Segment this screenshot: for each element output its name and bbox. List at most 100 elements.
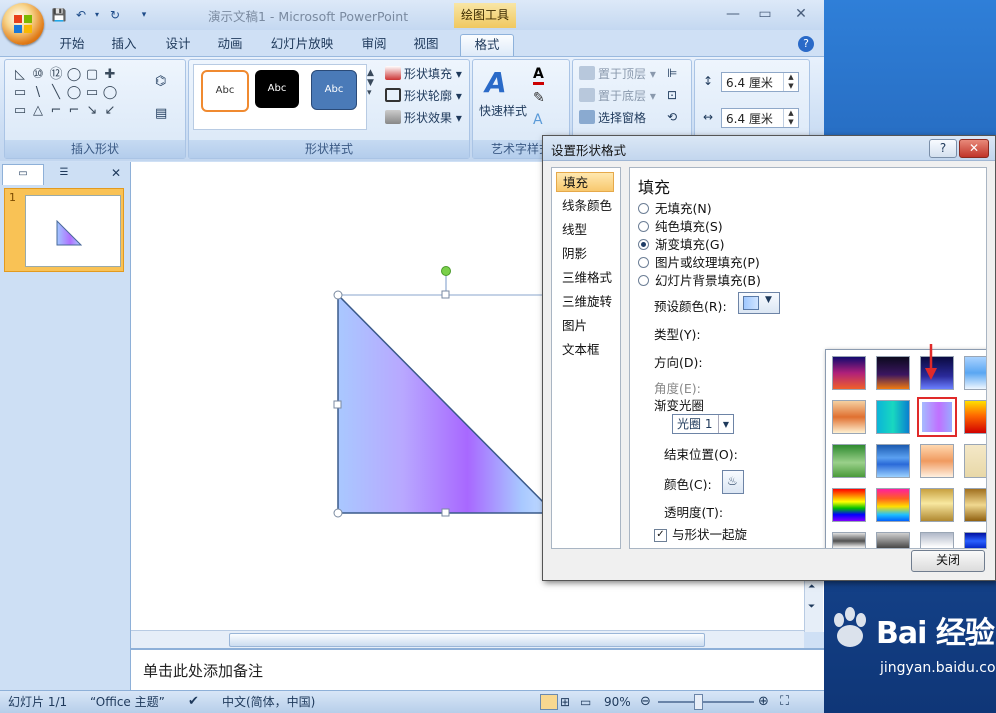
preset-swatch-21[interactable] <box>832 532 866 548</box>
preset-colors-dropdown[interactable]: ▼ <box>738 292 780 314</box>
text-outline-icon[interactable]: ✎ <box>533 90 545 106</box>
tab-format[interactable]: 格式 <box>460 34 514 57</box>
dialog-help-button[interactable]: ? <box>929 139 957 158</box>
tab-view[interactable]: 视图 <box>404 34 448 56</box>
preset-swatch-23[interactable] <box>920 532 954 548</box>
category-picture[interactable]: 图片 <box>556 316 614 336</box>
notes-pane[interactable]: 单击此处添加备注 <box>131 648 824 692</box>
category-3d-format[interactable]: 三维格式 <box>556 268 614 288</box>
category-fill[interactable]: 填充 <box>556 172 614 192</box>
preset-swatch-18[interactable] <box>920 488 954 522</box>
shape-arrow-icon[interactable]: ↘ <box>83 102 101 120</box>
shape-arrow2-icon[interactable]: ↙ <box>101 102 119 120</box>
slides-tab-icon[interactable]: ▭ <box>2 164 44 185</box>
help-icon[interactable]: ? <box>798 36 814 52</box>
shape-textbox-icon[interactable]: ▭ <box>11 84 29 102</box>
color-picker-button[interactable]: ♨ <box>722 470 744 494</box>
shape-diagonal-line-icon[interactable]: ╲ <box>47 84 65 102</box>
restore-button[interactable]: ▭ <box>750 4 780 24</box>
shape-width-input[interactable]: 6.4 厘米 ▲ ▼ <box>721 108 799 128</box>
shape-line-icon[interactable]: \ <box>29 84 47 102</box>
style-thumb-orange-outline[interactable]: Abc <box>201 70 249 112</box>
close-pane-icon[interactable]: ✕ <box>108 164 124 184</box>
textbox-icon[interactable]: ▤ <box>155 106 167 121</box>
zoom-in-icon[interactable]: ⊕ <box>758 691 769 713</box>
align-icon[interactable]: ⊫ <box>667 66 677 80</box>
shape-oval-icon[interactable]: ◯ <box>65 66 83 84</box>
preset-swatch-8[interactable] <box>917 397 957 437</box>
style-thumb-black[interactable]: Abc <box>255 70 299 108</box>
width-spinner-icon[interactable]: ▲ ▼ <box>783 109 798 127</box>
text-fill-icon[interactable]: A <box>533 66 544 85</box>
tab-slideshow[interactable]: 幻灯片放映 <box>264 34 340 56</box>
tab-design[interactable]: 设计 <box>156 34 200 56</box>
horizontal-scrollbar[interactable] <box>131 630 804 649</box>
triangle-shape[interactable] <box>331 262 561 522</box>
gradient-stop-select[interactable]: 光圈 1 ▼ <box>672 414 734 434</box>
dialog-close-x-button[interactable]: ✕ <box>959 139 989 158</box>
selection-pane-button[interactable]: 选择窗格 <box>579 108 646 128</box>
shape-rounded-rectangle-icon[interactable]: ▭ <box>11 102 29 120</box>
preset-swatch-16[interactable] <box>832 488 866 522</box>
resize-handle-left[interactable] <box>333 400 342 409</box>
close-window-button[interactable]: ✕ <box>786 4 816 24</box>
preset-swatch-12[interactable] <box>876 444 910 478</box>
minimize-button[interactable]: — <box>718 4 748 24</box>
radio-solid-fill[interactable]: 纯色填充(S) <box>638 218 723 236</box>
text-effects-icon[interactable]: A <box>533 112 543 128</box>
slide-sorter-icon[interactable]: ⊞ <box>560 691 570 713</box>
resize-handle-top-left[interactable] <box>333 290 343 300</box>
save-icon[interactable]: 💾 <box>50 6 68 24</box>
preset-swatch-4[interactable] <box>964 356 986 390</box>
slide-thumbnail[interactable] <box>25 195 121 267</box>
normal-view-icon[interactable] <box>540 694 558 710</box>
slide-thumbnail-selected[interactable]: 1 <box>4 188 124 272</box>
outline-tab-icon[interactable]: ☰ <box>44 164 84 184</box>
send-to-back-button[interactable]: 置于底层 ▾ <box>579 86 656 106</box>
preset-swatch-9[interactable] <box>964 400 986 434</box>
preset-swatch-1[interactable] <box>832 356 866 390</box>
shape-effects-button[interactable]: 形状效果 ▾ <box>385 108 462 128</box>
bring-to-front-button[interactable]: 置于顶层 ▾ <box>579 64 656 84</box>
resize-handle-bottom-left[interactable] <box>333 508 343 518</box>
preset-swatch-11[interactable] <box>832 444 866 478</box>
category-shadow[interactable]: 阴影 <box>556 244 614 264</box>
rotate-with-shape-checkbox[interactable]: ✓ 与形状一起旋 <box>654 526 747 544</box>
next-slide-icon[interactable]: ⏷ <box>808 602 815 612</box>
radio-background-fill[interactable]: 幻灯片背景填充(B) <box>638 272 761 290</box>
shape-height-input[interactable]: 6.4 厘米 ▲ ▼ <box>721 72 799 92</box>
fit-to-window-icon[interactable]: ⛶ <box>780 691 789 713</box>
tab-review[interactable]: 审阅 <box>352 34 396 56</box>
horizontal-scroll-thumb[interactable] <box>229 633 705 647</box>
rotation-handle[interactable] <box>441 266 451 276</box>
undo-dropdown-icon[interactable]: ▾ <box>92 6 102 24</box>
redo-icon[interactable]: ↻ <box>106 6 124 24</box>
prev-slide-icon[interactable]: ⏶ <box>808 582 815 592</box>
dialog-close-button[interactable]: 关闭 <box>911 550 985 572</box>
undo-icon[interactable]: ↶ <box>72 6 90 24</box>
shape-rounded-rect-icon[interactable]: ▢ <box>83 66 101 84</box>
preset-swatch-14[interactable] <box>964 444 986 478</box>
preset-swatch-6[interactable] <box>832 400 866 434</box>
gallery-scroll-icon[interactable]: ▲ ▼ ▾ <box>367 68 374 98</box>
tab-home[interactable]: 开始 <box>50 34 94 56</box>
customize-quick-access-icon[interactable]: ▾ <box>138 6 150 24</box>
shape-gallery[interactable]: ◺ ⑩ ⑫ ◯ ▢ ✚ ▭ \ ╲ ◯ ▭ ◯ ▭ △ ⌐ ⌐ ↘ ↙ <box>11 66 137 120</box>
shape-cross-icon[interactable]: ✚ <box>101 66 119 84</box>
zoom-out-icon[interactable]: ⊖ <box>640 691 651 713</box>
shape-connector-icon[interactable]: ⌐ <box>47 102 65 120</box>
slideshow-view-icon[interactable]: ▭ <box>580 691 591 713</box>
tab-insert[interactable]: 插入 <box>102 34 146 56</box>
shape-fill-button[interactable]: 形状填充 ▾ <box>385 64 462 84</box>
radio-picture-fill[interactable]: 图片或纹理填充(P) <box>638 254 760 272</box>
zoom-level[interactable]: 90% <box>604 691 631 713</box>
category-textbox[interactable]: 文本框 <box>556 340 614 360</box>
preset-swatch-24[interactable] <box>964 532 986 548</box>
shape-rect-icon[interactable]: ▭ <box>83 84 101 102</box>
category-3d-rotation[interactable]: 三维旋转 <box>556 292 614 312</box>
shape-circle-12-icon[interactable]: ⑫ <box>47 66 65 84</box>
resize-handle-top[interactable] <box>441 290 450 299</box>
style-thumb-blue[interactable]: Abc <box>311 70 357 110</box>
shape-circle-10-icon[interactable]: ⑩ <box>29 66 47 84</box>
shape-circle-icon[interactable]: ◯ <box>65 84 83 102</box>
